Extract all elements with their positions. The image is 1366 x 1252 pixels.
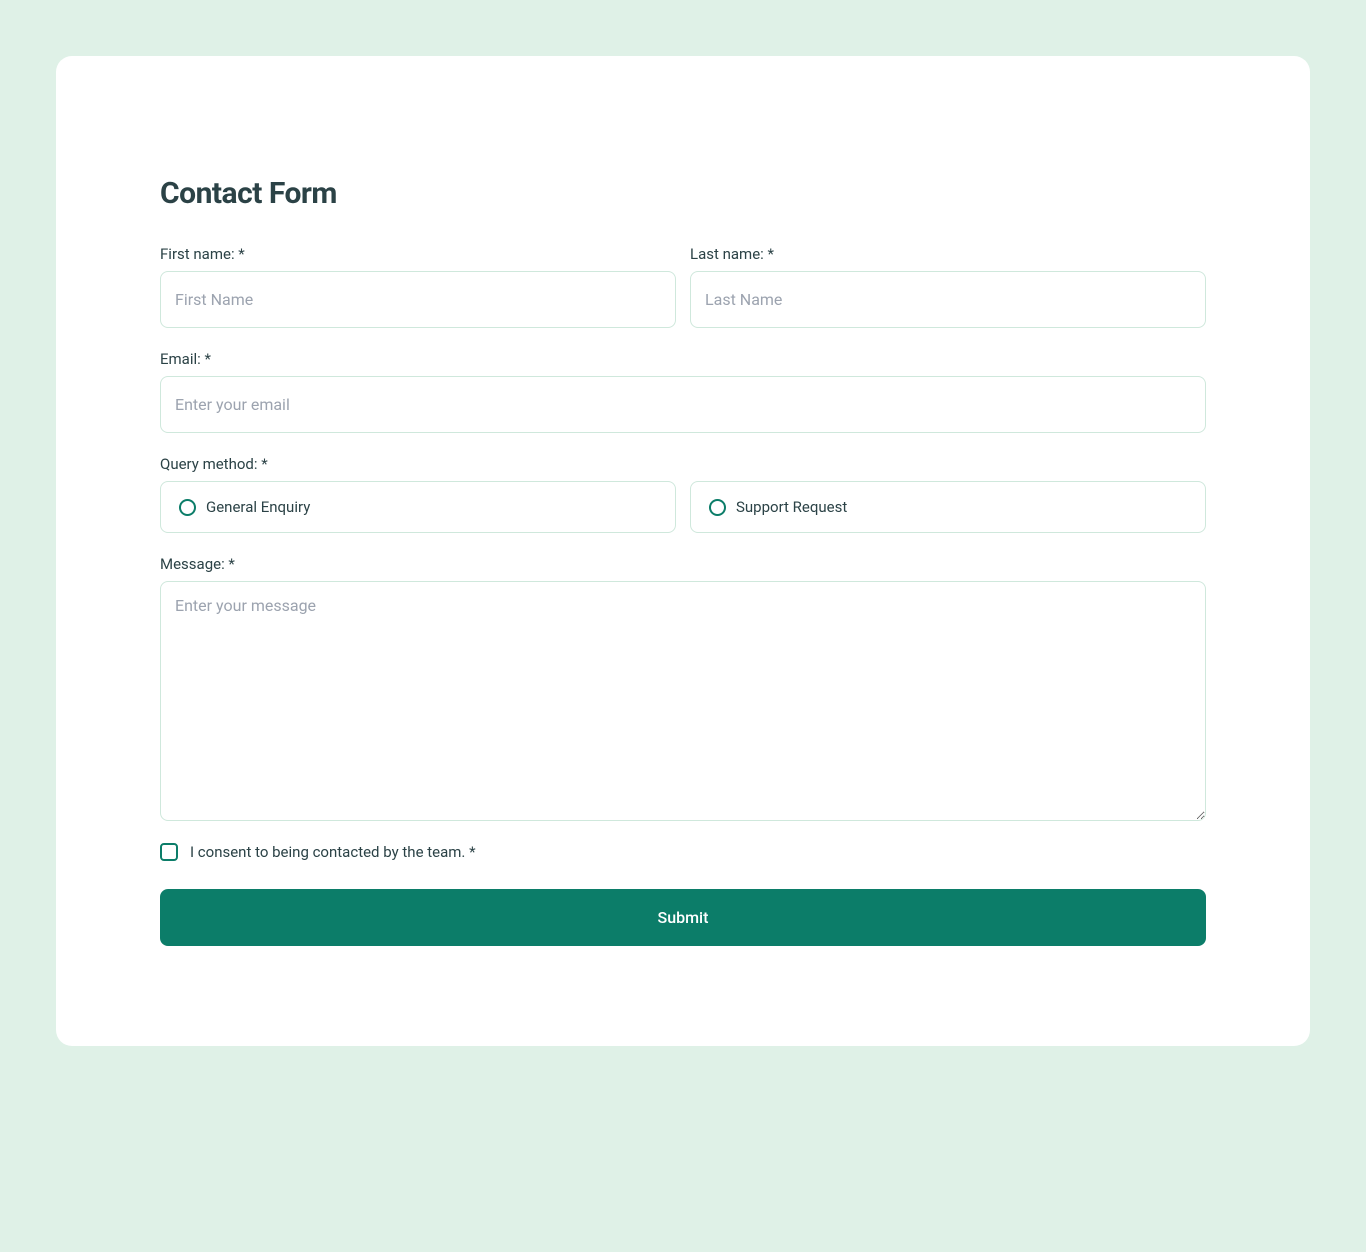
email-field-wrap: Email: * <box>160 350 1206 433</box>
contact-form-card: Contact Form First name: * Last name: * … <box>56 56 1310 1046</box>
submit-button[interactable]: Submit <box>160 889 1206 946</box>
query-method-wrap: Query method: * General Enquiry Support … <box>160 455 1206 533</box>
consent-label: I consent to being contacted by the team… <box>190 843 476 861</box>
radio-label: Support Request <box>736 498 847 516</box>
page-title: Contact Form <box>160 176 1206 211</box>
message-field-wrap: Message: * <box>160 555 1206 821</box>
email-label: Email: * <box>160 350 1206 368</box>
email-input[interactable] <box>160 376 1206 433</box>
radio-icon <box>709 499 726 516</box>
radio-icon <box>179 499 196 516</box>
radio-general-enquiry[interactable]: General Enquiry <box>160 481 676 533</box>
last-name-field-wrap: Last name: * <box>690 245 1206 328</box>
message-label: Message: * <box>160 555 1206 573</box>
consent-checkbox[interactable] <box>160 843 178 861</box>
radio-support-request[interactable]: Support Request <box>690 481 1206 533</box>
last-name-input[interactable] <box>690 271 1206 328</box>
first-name-input[interactable] <box>160 271 676 328</box>
message-textarea[interactable] <box>160 581 1206 821</box>
first-name-label: First name: * <box>160 245 676 263</box>
radio-label: General Enquiry <box>206 498 310 516</box>
last-name-label: Last name: * <box>690 245 1206 263</box>
query-method-label: Query method: * <box>160 455 1206 473</box>
consent-row: I consent to being contacted by the team… <box>160 843 1206 861</box>
first-name-field-wrap: First name: * <box>160 245 676 328</box>
